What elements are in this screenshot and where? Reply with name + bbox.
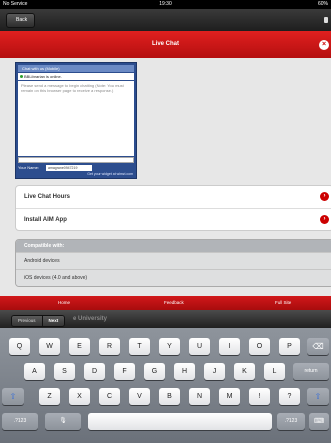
microphone-icon: 🎙 <box>59 418 67 424</box>
return-key[interactable]: return <box>293 363 329 380</box>
list-item-live-chat-hours[interactable]: Live Chat Hours › <box>16 186 331 208</box>
key-a[interactable]: A <box>24 363 45 380</box>
key-v[interactable]: V <box>129 388 150 405</box>
chevron-right-icon: › <box>320 215 329 224</box>
chat-status: BBLibrarian is online. <box>18 73 134 80</box>
keyboard-icon: ⌨ <box>313 418 325 425</box>
key-i[interactable]: I <box>219 338 240 355</box>
feedback-link[interactable]: Feedback <box>164 296 184 310</box>
chat-message-input[interactable] <box>18 157 134 163</box>
shift-key-left[interactable]: ⇧ <box>2 388 24 405</box>
key-n[interactable]: N <box>189 388 210 405</box>
chat-message-area: Please send a message to begin chatting … <box>18 81 134 156</box>
key-q[interactable]: Q <box>9 338 30 355</box>
list-item-label: Install AIM App <box>24 217 67 223</box>
chat-status-text: BBLibrarian is online. <box>24 74 62 79</box>
battery-label: 60% <box>317 1 328 7</box>
name-label: Your Name: <box>18 165 39 170</box>
space-bar[interactable] <box>88 413 272 430</box>
compatibility-header: Compatible with: <box>16 240 331 252</box>
home-link[interactable]: Home <box>58 296 70 310</box>
chat-widget-title: Chat with us (Mobile) <box>18 65 134 72</box>
key-m[interactable]: M <box>219 388 240 405</box>
key-p[interactable]: P <box>279 338 300 355</box>
compatibility-row: iOS devices (4.0 and above) <box>16 269 331 286</box>
top-nav-bar: Back <box>0 9 331 31</box>
compatibility-panel: Compatible with: Android devices iOS dev… <box>15 239 331 287</box>
key-t[interactable]: T <box>129 338 150 355</box>
key-x[interactable]: X <box>69 388 90 405</box>
clock: 19:30 <box>159 1 172 7</box>
key-w[interactable]: W <box>39 338 60 355</box>
dictation-key[interactable]: 🎙 <box>45 413 81 430</box>
key-k[interactable]: K <box>234 363 255 380</box>
key-f[interactable]: F <box>114 363 135 380</box>
key-r[interactable]: R <box>99 338 120 355</box>
online-dot-icon <box>20 75 23 78</box>
shift-icon: ⇧ <box>9 392 17 401</box>
key-d[interactable]: D <box>84 363 105 380</box>
key-c[interactable]: C <box>99 388 120 405</box>
shift-icon: ⇧ <box>314 392 322 401</box>
key-y[interactable]: Y <box>159 338 180 355</box>
compatibility-row: Android devices <box>16 252 331 269</box>
chevron-right-icon: › <box>320 192 329 201</box>
backspace-key[interactable]: ⌫ <box>307 338 329 355</box>
full-site-link[interactable]: Full Site <box>275 296 291 310</box>
key-question[interactable]: ? <box>279 388 300 405</box>
list-item-label: Live Chat Hours <box>24 194 71 200</box>
key-u[interactable]: U <box>189 338 210 355</box>
close-icon[interactable]: × <box>319 40 329 50</box>
key-s[interactable]: S <box>54 363 75 380</box>
hide-keyboard-key[interactable]: ⌨ <box>309 413 329 430</box>
key-exclamation[interactable]: ! <box>249 388 270 405</box>
status-bar: No Service 19:30 60% <box>0 0 331 9</box>
bottom-nav: Home Feedback Full Site <box>0 296 331 310</box>
key-o[interactable]: O <box>249 338 270 355</box>
key-h[interactable]: H <box>174 363 195 380</box>
widget-link[interactable]: Get your widget at wimzi.com <box>87 172 133 177</box>
shift-key-right[interactable]: ⇧ <box>307 388 329 405</box>
numbers-key-right[interactable]: .?123 <box>277 413 305 430</box>
key-g[interactable]: G <box>144 363 165 380</box>
previous-button[interactable]: Previous <box>12 316 42 326</box>
page-title: Live Chat <box>151 41 179 47</box>
options-list: Live Chat Hours › Install AIM App › <box>15 185 331 231</box>
form-assistant-bar: Previous Next e University <box>0 310 331 328</box>
key-b[interactable]: B <box>159 388 180 405</box>
numbers-key-left[interactable]: .?123 <box>2 413 38 430</box>
key-l[interactable]: L <box>264 363 285 380</box>
title-bar: Live Chat × <box>0 31 331 59</box>
next-button[interactable]: Next <box>41 316 65 326</box>
key-e[interactable]: E <box>69 338 90 355</box>
key-j[interactable]: J <box>204 363 225 380</box>
background-page-text: e University <box>73 316 108 322</box>
back-button[interactable]: Back <box>6 13 36 28</box>
on-screen-keyboard: Q W E R T Y U I O P ⌫ A S D F G H J K L … <box>0 328 331 443</box>
window-indicator-icon <box>324 17 328 23</box>
list-item-install-aim-app[interactable]: Install AIM App › <box>16 208 331 230</box>
backspace-icon: ⌫ <box>312 342 324 351</box>
prev-next-control: Previous Next <box>11 315 66 327</box>
name-field[interactable]: amagrane0947219 <box>46 165 92 171</box>
key-z[interactable]: Z <box>39 388 60 405</box>
chat-widget: Chat with us (Mobile) BBLibrarian is onl… <box>15 62 137 179</box>
